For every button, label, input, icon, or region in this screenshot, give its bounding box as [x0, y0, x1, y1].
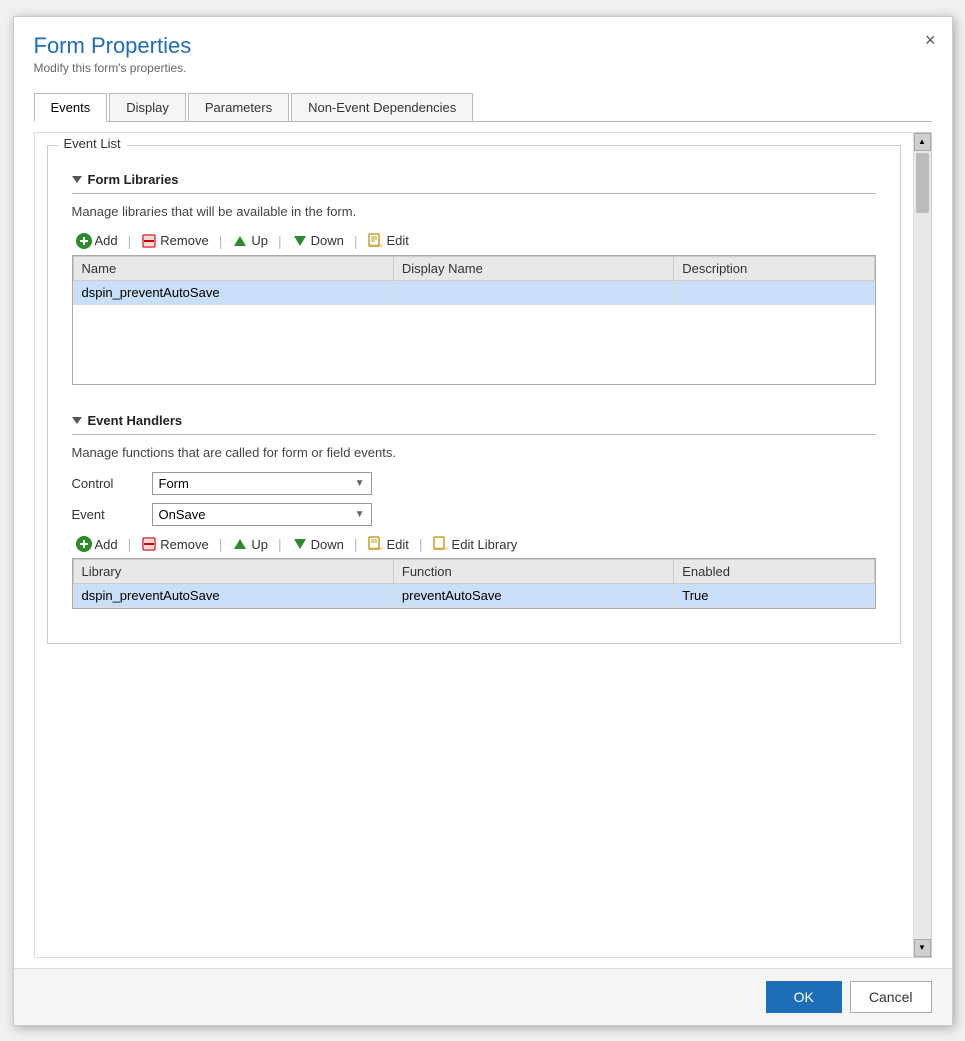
event-handlers-table: Library Function Enabled dspin_preventAu…	[72, 558, 876, 609]
lib-col-desc: Description	[674, 256, 874, 280]
scroll-down-button[interactable]: ▼	[914, 939, 931, 957]
lib-col-name: Name	[73, 256, 393, 280]
event-handlers-title: Event Handlers	[62, 405, 886, 432]
lib-row-display	[393, 280, 673, 304]
control-dropdown-arrow-icon: ▼	[355, 478, 365, 489]
form-libraries-description: Manage libraries that will be available …	[62, 204, 886, 227]
tab-display[interactable]: Display	[109, 93, 186, 121]
form-properties-dialog: Form Properties Modify this form's prope…	[13, 16, 953, 1026]
sep4: |	[348, 233, 364, 249]
dialog-subtitle: Modify this form's properties.	[34, 61, 932, 75]
sep5: |	[122, 536, 138, 552]
scroll-thumb[interactable]	[916, 153, 929, 213]
edit-library-icon	[433, 536, 449, 552]
dialog-footer: OK Cancel	[14, 968, 952, 1025]
scroll-up-button[interactable]: ▲	[914, 133, 931, 151]
form-libraries-toolbar: Add | Remove |	[62, 227, 886, 255]
sep9: |	[413, 536, 429, 552]
up-icon2	[232, 536, 248, 552]
eh-table-row[interactable]: dspin_preventAutoSave preventAutoSave Tr…	[73, 584, 874, 608]
event-value: OnSave	[159, 507, 206, 522]
add-icon2	[76, 536, 92, 552]
collapse-arrow-icon2[interactable]	[72, 417, 82, 424]
cancel-button[interactable]: Cancel	[850, 981, 932, 1013]
sep1: |	[122, 233, 138, 249]
sep6: |	[213, 536, 229, 552]
eh-col-library: Library	[73, 560, 393, 584]
sep7: |	[272, 536, 288, 552]
form-libraries-table: Name Display Name Description dspin_prev…	[72, 255, 876, 386]
event-row: Event OnSave ▼	[62, 499, 886, 530]
event-handlers-toolbar: Add | Remove |	[62, 530, 886, 558]
down-icon2	[292, 536, 308, 552]
eh-row-library: dspin_preventAutoSave	[73, 584, 393, 608]
close-button[interactable]: ×	[925, 31, 936, 49]
form-libraries-edit-button[interactable]: Edit	[364, 231, 413, 251]
lib-col-display: Display Name	[393, 256, 673, 280]
ok-button[interactable]: OK	[766, 981, 842, 1013]
section-content: Form Libraries Manage libraries that wil…	[48, 146, 900, 644]
event-handlers-description: Manage functions that are called for for…	[62, 445, 886, 468]
form-libraries-subsection: Form Libraries Manage libraries that wil…	[62, 164, 886, 386]
edit-icon	[368, 233, 384, 249]
form-libraries-add-button[interactable]: Add	[72, 231, 122, 251]
tabs-bar: Events Display Parameters Non-Event Depe…	[34, 93, 932, 122]
event-dropdown[interactable]: OnSave ▼	[152, 503, 372, 526]
eh-row-function: preventAutoSave	[393, 584, 673, 608]
lib-row-name: dspin_preventAutoSave	[73, 280, 393, 304]
form-libraries-down-button[interactable]: Down	[288, 231, 348, 251]
eh-col-enabled: Enabled	[674, 560, 874, 584]
tab-parameters[interactable]: Parameters	[188, 93, 289, 121]
form-libraries-title: Form Libraries	[62, 164, 886, 191]
edit-icon2	[368, 536, 384, 552]
control-value: Form	[159, 476, 189, 491]
scrollbar[interactable]: ▲ ▼	[914, 132, 932, 958]
form-libraries-remove-button[interactable]: Remove	[137, 231, 212, 251]
event-handlers-divider	[72, 434, 876, 435]
lib-table-row[interactable]: dspin_preventAutoSave	[73, 280, 874, 304]
tab-non-event-dependencies[interactable]: Non-Event Dependencies	[291, 93, 473, 121]
event-dropdown-arrow-icon: ▼	[355, 509, 365, 520]
event-handlers-down-button[interactable]: Down	[288, 534, 348, 554]
remove-icon	[141, 233, 157, 249]
form-libraries-divider	[72, 193, 876, 194]
sep3: |	[272, 233, 288, 249]
lib-row-desc	[674, 280, 874, 304]
event-label: Event	[72, 507, 142, 522]
lib-empty-row	[73, 304, 874, 384]
sep2: |	[213, 233, 229, 249]
event-handlers-add-button[interactable]: Add	[72, 534, 122, 554]
control-label: Control	[72, 476, 142, 491]
event-handlers-edit-library-button[interactable]: Edit Library	[429, 534, 522, 554]
control-dropdown[interactable]: Form ▼	[152, 472, 372, 495]
event-handlers-remove-button[interactable]: Remove	[137, 534, 212, 554]
collapse-arrow-icon[interactable]	[72, 176, 82, 183]
eh-col-function: Function	[393, 560, 673, 584]
main-content: Event List Form Libraries Manage librari…	[34, 132, 914, 958]
add-icon	[76, 233, 92, 249]
event-handlers-up-button[interactable]: Up	[228, 534, 272, 554]
form-libraries-up-button[interactable]: Up	[228, 231, 272, 251]
event-handlers-subsection: Event Handlers Manage functions that are…	[62, 405, 886, 609]
control-row: Control Form ▼	[62, 468, 886, 499]
eh-row-enabled: True	[674, 584, 874, 608]
event-handlers-edit-button[interactable]: Edit	[364, 534, 413, 554]
dialog-title: Form Properties	[34, 33, 932, 59]
sep8: |	[348, 536, 364, 552]
dialog-body: Event List Form Libraries Manage librari…	[14, 122, 952, 968]
dialog-header: Form Properties Modify this form's prope…	[14, 17, 952, 83]
event-list-label: Event List	[58, 136, 127, 151]
up-icon	[232, 233, 248, 249]
event-list-section: Event List Form Libraries Manage librari…	[47, 145, 901, 645]
down-icon	[292, 233, 308, 249]
remove-icon2	[141, 536, 157, 552]
tab-events[interactable]: Events	[34, 93, 108, 122]
